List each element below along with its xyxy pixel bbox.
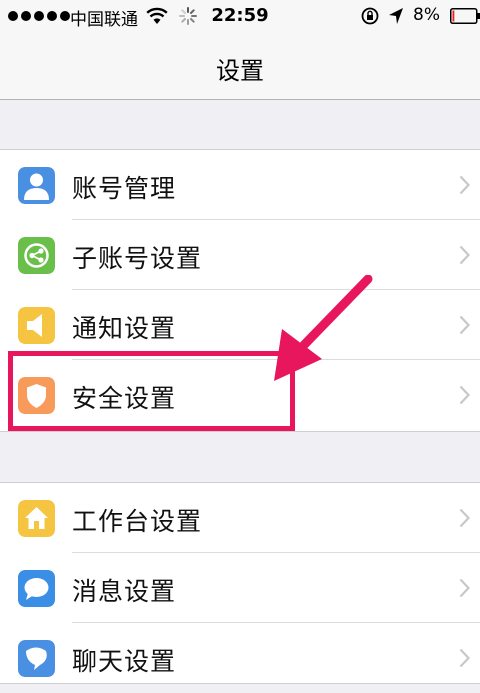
chevron-right-icon bbox=[459, 648, 470, 668]
status-bar: 中国联通 22:59 8% bbox=[0, 0, 480, 32]
chevron-right-icon bbox=[459, 245, 470, 265]
person-icon bbox=[18, 167, 55, 204]
settings-row-account-management[interactable]: 账号管理 bbox=[0, 150, 480, 220]
share-circle-icon bbox=[18, 237, 55, 274]
settings-row-notification[interactable]: 通知设置 bbox=[0, 290, 480, 360]
chevron-right-icon bbox=[459, 175, 470, 195]
settings-row-message[interactable]: 消息设置 bbox=[0, 553, 480, 623]
row-label: 子账号设置 bbox=[72, 239, 202, 275]
chevron-right-icon bbox=[459, 578, 470, 598]
status-time: 22:59 bbox=[0, 5, 480, 26]
page-title: 设置 bbox=[0, 51, 480, 86]
chevron-right-icon bbox=[459, 508, 470, 528]
settings-row-chat[interactable]: 聊天设置 bbox=[0, 623, 480, 693]
location-arrow-icon bbox=[388, 7, 404, 25]
settings-row-security[interactable]: 安全设置 bbox=[0, 360, 480, 430]
row-label: 账号管理 bbox=[72, 169, 176, 205]
row-label: 聊天设置 bbox=[72, 642, 176, 678]
settings-row-sub-account[interactable]: 子账号设置 bbox=[0, 220, 480, 290]
row-label: 通知设置 bbox=[72, 309, 176, 345]
shield-icon bbox=[18, 377, 55, 414]
navigation-bar: 设置 bbox=[0, 32, 480, 100]
row-label: 工作台设置 bbox=[72, 502, 202, 538]
chevron-right-icon bbox=[459, 385, 470, 405]
chat-bubble-icon bbox=[18, 570, 55, 607]
settings-group-account: 账号管理 子账号设置 通知设置 bbox=[0, 149, 480, 432]
row-label: 安全设置 bbox=[72, 379, 176, 415]
chevron-right-icon bbox=[459, 315, 470, 335]
speaker-icon bbox=[18, 307, 55, 344]
rotation-lock-icon bbox=[361, 7, 379, 25]
battery-percent: 8% bbox=[413, 5, 440, 25]
battery-icon bbox=[450, 8, 480, 24]
settings-group-general: 工作台设置 消息设置 聊天设置 bbox=[0, 482, 480, 684]
home-icon bbox=[18, 500, 55, 537]
chat-icon bbox=[18, 640, 55, 677]
row-label: 消息设置 bbox=[72, 572, 176, 608]
settings-row-workbench[interactable]: 工作台设置 bbox=[0, 483, 480, 553]
